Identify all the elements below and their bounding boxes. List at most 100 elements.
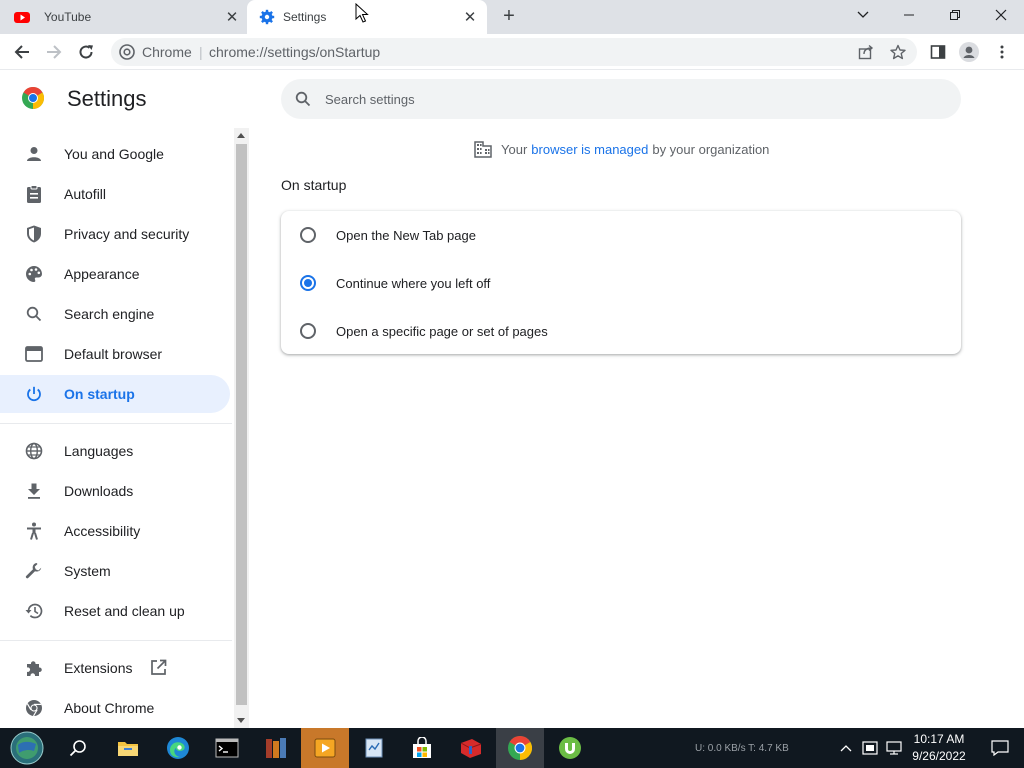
startup-option-continue[interactable]: Continue where you left off (281, 259, 961, 307)
close-icon[interactable]: ✕ (223, 8, 241, 26)
tab-youtube[interactable]: YouTube ✕ (0, 0, 247, 34)
back-button[interactable] (10, 40, 34, 64)
taskbar-search-button[interactable] (54, 728, 102, 768)
bookmark-button[interactable] (889, 43, 907, 61)
taskbar-store[interactable] (398, 728, 446, 768)
taskbar-media-player[interactable] (301, 728, 349, 768)
taskbar-clock[interactable]: 10:17 AM 9/26/2022 (904, 731, 974, 765)
mouse-cursor-icon (355, 3, 369, 23)
scroll-down-arrow-icon[interactable] (237, 718, 245, 723)
action-center-button[interactable] (976, 728, 1024, 768)
tray-network[interactable] (884, 728, 904, 768)
folder-icon (118, 742, 138, 756)
url-text[interactable]: chrome://settings/onStartup (209, 44, 380, 60)
sidebar-item-downloads[interactable]: Downloads (0, 472, 230, 510)
browser-managed-link[interactable]: browser is managed (531, 142, 648, 157)
taskbar-file-explorer[interactable] (104, 728, 152, 768)
taskbar-app-document[interactable] (350, 728, 398, 768)
shield-icon (24, 224, 44, 244)
sidebar-item-you-and-google[interactable]: You and Google (0, 135, 230, 173)
sidebar-item-reset-and-clean-up[interactable]: Reset and clean up (0, 592, 230, 630)
scrollbar-thumb[interactable] (236, 144, 247, 705)
puzzle-icon (24, 658, 44, 678)
sidebar-item-label: You and Google (64, 146, 164, 162)
section-title: On startup (281, 177, 347, 193)
sidebar-item-system[interactable]: System (0, 552, 230, 590)
sidebar-item-label: Appearance (64, 266, 140, 282)
toolbox-icon (460, 739, 482, 758)
building-icon (474, 141, 492, 158)
sidebar-item-label: Extensions (64, 660, 133, 676)
sidebar-item-extensions[interactable]: Extensions (0, 649, 230, 687)
sidebar-item-languages[interactable]: Languages (0, 432, 230, 470)
chrome-logo-icon (22, 87, 44, 109)
restore-button[interactable] (932, 0, 978, 30)
clock-date: 9/26/2022 (912, 749, 966, 763)
taskbar-app-books[interactable] (252, 728, 300, 768)
sidebar-item-on-startup[interactable]: On startup (0, 375, 230, 413)
share-button[interactable] (857, 43, 875, 61)
store-icon (413, 737, 431, 758)
browser-toolbar: Chrome | chrome://settings/onStartup (0, 34, 1024, 70)
search-settings-box[interactable] (281, 79, 961, 119)
radio-button[interactable] (300, 323, 316, 339)
sidebar-item-label: System (64, 563, 111, 579)
taskbar-edge[interactable] (154, 728, 202, 768)
search-input[interactable] (325, 87, 925, 111)
sidebar-item-label: Search engine (64, 306, 155, 322)
radio-button-checked[interactable] (300, 275, 316, 291)
sidebar-item-about-chrome[interactable]: About Chrome (0, 689, 230, 727)
minimize-button[interactable] (886, 0, 932, 30)
sidebar-item-autofill[interactable]: Autofill (0, 175, 230, 213)
sidebar-item-label: Default browser (64, 346, 163, 362)
tray-overflow-button[interactable] (836, 728, 856, 768)
option-label: Open a specific page or set of pages (336, 323, 548, 339)
search-icon (295, 91, 311, 107)
startup-option-specific-pages[interactable]: Open a specific page or set of pages (281, 307, 961, 355)
sidebar-item-label: Downloads (64, 483, 134, 499)
sidebar-item-label: Privacy and security (64, 226, 190, 242)
scroll-up-arrow-icon[interactable] (237, 133, 245, 138)
option-label: Continue where you left off (336, 275, 491, 291)
sidebar-scrollbar[interactable] (234, 128, 249, 728)
tab-search-button[interactable] (840, 0, 886, 30)
sidebar-item-label: On startup (64, 386, 135, 402)
forward-button[interactable] (42, 40, 66, 64)
new-tab-button[interactable]: + (499, 6, 519, 26)
settings-sidebar: You and Google Autofill Privacy and secu… (0, 133, 232, 728)
person-icon (24, 144, 44, 164)
sidebar-item-default-browser[interactable]: Default browser (0, 335, 230, 373)
palette-icon (24, 264, 44, 284)
sidebar-item-label: Languages (64, 443, 134, 459)
sidebar-item-accessibility[interactable]: Accessibility (0, 512, 230, 550)
startup-option-new-tab[interactable]: Open the New Tab page (281, 211, 961, 259)
page-title: Settings (67, 86, 147, 111)
download-icon (24, 481, 44, 501)
start-button[interactable] (3, 728, 51, 768)
search-icon (24, 304, 44, 324)
radio-button[interactable] (300, 227, 316, 243)
profile-button[interactable] (957, 40, 981, 64)
network-stats: U: 0.0 KB/s T: 4.7 KB (695, 743, 789, 754)
taskbar-terminal[interactable] (203, 728, 251, 768)
taskbar-utorrent[interactable] (546, 728, 594, 768)
menu-button[interactable] (990, 40, 1014, 64)
side-panel-button[interactable] (926, 40, 950, 64)
chrome-icon (119, 44, 135, 60)
tray-security[interactable] (860, 728, 880, 768)
sidebar-item-appearance[interactable]: Appearance (0, 255, 230, 293)
address-bar[interactable]: Chrome | chrome://settings/onStartup (111, 38, 917, 66)
sidebar-item-label: About Chrome (64, 700, 155, 716)
windows-orb-icon (10, 731, 44, 765)
sidebar-item-privacy-and-security[interactable]: Privacy and security (0, 215, 230, 253)
youtube-icon (14, 12, 30, 23)
close-window-button[interactable] (978, 0, 1024, 30)
close-icon[interactable]: ✕ (461, 8, 479, 26)
on-startup-card: Open the New Tab page Continue where you… (281, 211, 961, 354)
share-icon (858, 44, 874, 60)
reload-button[interactable] (74, 40, 98, 64)
document-app-icon (365, 738, 383, 758)
taskbar-chrome[interactable] (496, 728, 544, 768)
taskbar-app-tool[interactable] (447, 728, 495, 768)
sidebar-item-search-engine[interactable]: Search engine (0, 295, 230, 333)
